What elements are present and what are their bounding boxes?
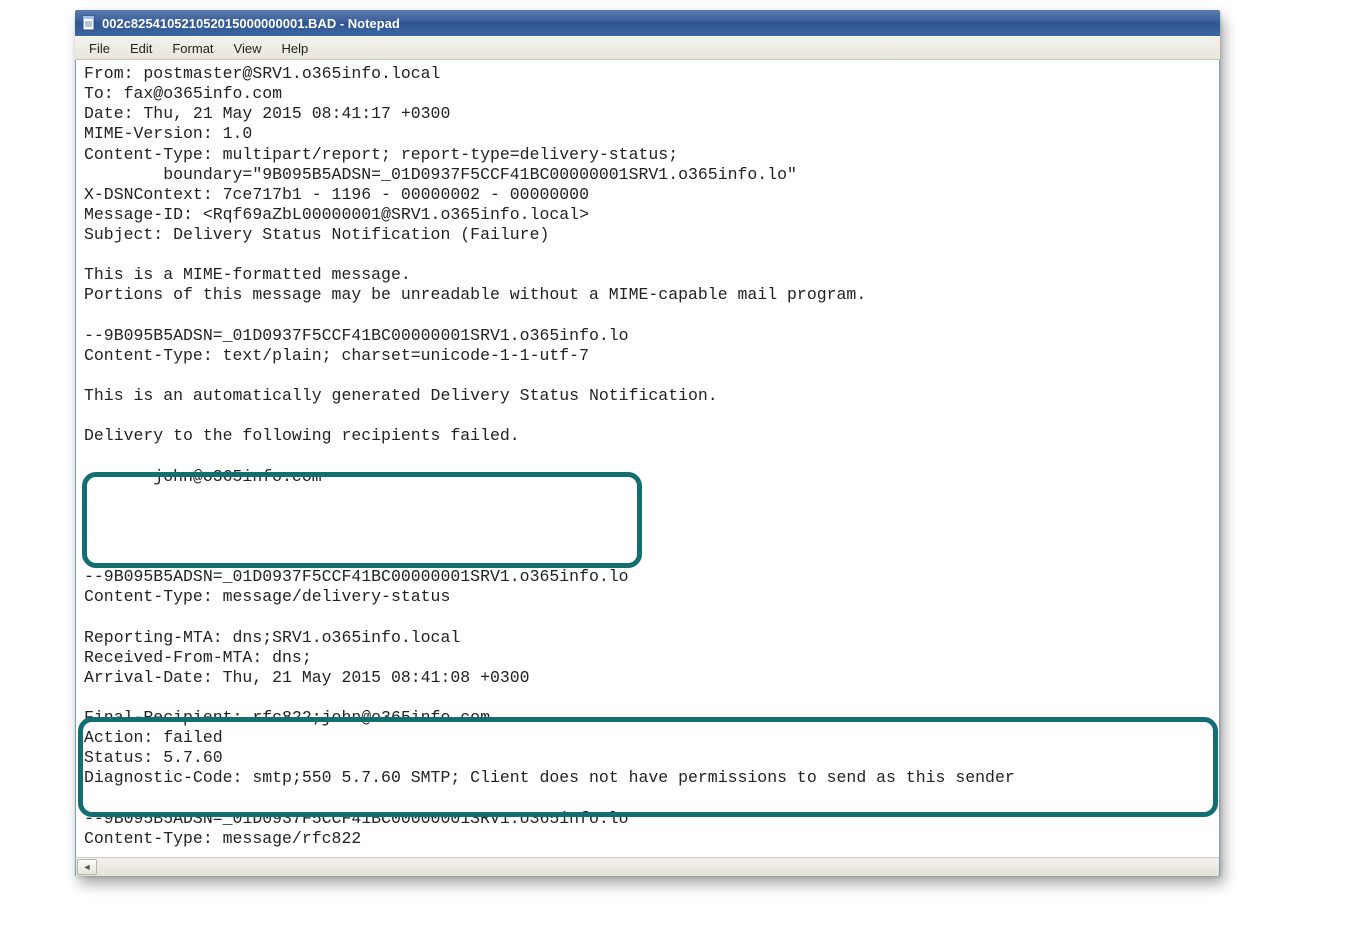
triangle-left-icon: ◄: [83, 862, 92, 872]
menu-bar: File Edit Format View Help: [75, 36, 1220, 60]
menu-file[interactable]: File: [79, 39, 120, 58]
menu-view[interactable]: View: [224, 39, 272, 58]
horizontal-scrollbar[interactable]: ◄: [75, 857, 1220, 876]
title-bar[interactable]: 002c825410521052015000000001.BAD - Notep…: [75, 10, 1220, 36]
window-title: 002c825410521052015000000001.BAD - Notep…: [102, 16, 400, 31]
scroll-left-button[interactable]: ◄: [77, 859, 97, 875]
editor-client-area: From: postmaster@SRV1.o365info.local To:…: [75, 60, 1220, 857]
notepad-window: 002c825410521052015000000001.BAD - Notep…: [75, 10, 1220, 876]
text-editor[interactable]: From: postmaster@SRV1.o365info.local To:…: [80, 62, 1215, 855]
menu-edit[interactable]: Edit: [120, 39, 162, 58]
notepad-icon: [81, 15, 97, 31]
menu-help[interactable]: Help: [271, 39, 318, 58]
menu-format[interactable]: Format: [162, 39, 223, 58]
